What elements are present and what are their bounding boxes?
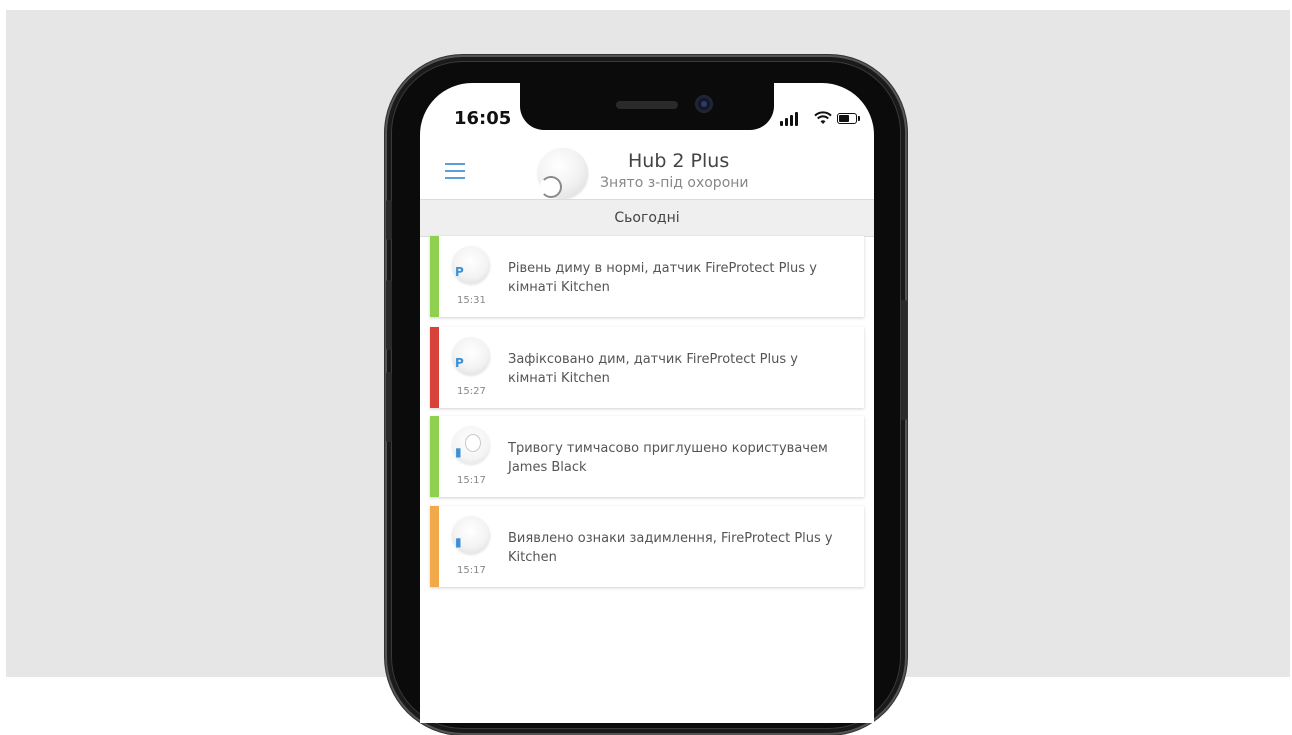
phone-screen: 16:05 Hub 2 Plus Знято з-під охорони Сьо… xyxy=(420,83,874,723)
status-time: 16:05 xyxy=(454,108,512,129)
menu-icon[interactable] xyxy=(445,163,465,179)
signal-bar xyxy=(785,118,788,126)
event-time: 15:31 xyxy=(457,295,486,306)
event-text: Тривогу тимчасово приглушено користуваче… xyxy=(508,441,828,475)
notch xyxy=(520,83,774,130)
power-button xyxy=(901,300,907,420)
fireprotect-detector-icon: P xyxy=(452,337,490,375)
event-time: 15:27 xyxy=(457,386,486,397)
fireprotect-detector-icon: ▮ xyxy=(452,516,490,554)
fireprotect-detector-icon: P xyxy=(452,246,490,284)
hub-status: Знято з-під охорони xyxy=(600,175,749,191)
battery-icon xyxy=(837,113,860,124)
event-status-stripe xyxy=(430,236,439,317)
event-text: Виявлено ознаки задимлення, FireProtect … xyxy=(508,531,833,565)
hub-avatar[interactable] xyxy=(538,148,588,198)
event-item[interactable]: P 15:31 Рівень диму в нормі, датчик Fire… xyxy=(430,236,864,317)
battery-level xyxy=(839,115,849,122)
volume-down-button xyxy=(386,372,392,442)
event-status-stripe xyxy=(430,327,439,408)
signal-icon xyxy=(780,121,783,126)
app-header: Hub 2 Plus Знято з-під охорони xyxy=(420,145,874,199)
volume-up-button xyxy=(386,280,392,350)
hub-ring-icon xyxy=(540,176,562,198)
hub-name: Hub 2 Plus xyxy=(628,150,730,172)
wifi-icon xyxy=(814,111,832,124)
event-item[interactable]: P 15:27 Зафіксовано дим, датчик FireProt… xyxy=(430,327,864,408)
event-item[interactable]: ▮ 15:17 Виявлено ознаки задимлення, Fire… xyxy=(430,506,864,587)
silent-switch xyxy=(386,200,392,240)
event-status-stripe xyxy=(430,416,439,497)
event-text: Рівень диму в нормі, датчик FireProtect … xyxy=(508,261,817,295)
event-time: 15:17 xyxy=(457,475,486,486)
speaker xyxy=(616,101,678,109)
section-header-today: Сьогодні xyxy=(420,199,874,237)
event-text: Зафіксовано дим, датчик FireProtect Plus… xyxy=(508,352,798,386)
status-icons xyxy=(780,110,860,126)
user-head xyxy=(465,434,481,452)
event-item[interactable]: ▮ 15:17 Тривогу тимчасово приглушено кор… xyxy=(430,416,864,497)
front-camera xyxy=(695,95,713,113)
event-time: 15:17 xyxy=(457,565,486,576)
user-avatar-icon: ▮ xyxy=(452,426,490,464)
event-status-stripe xyxy=(430,506,439,587)
signal-bar xyxy=(790,115,793,126)
signal-bar xyxy=(795,112,798,126)
